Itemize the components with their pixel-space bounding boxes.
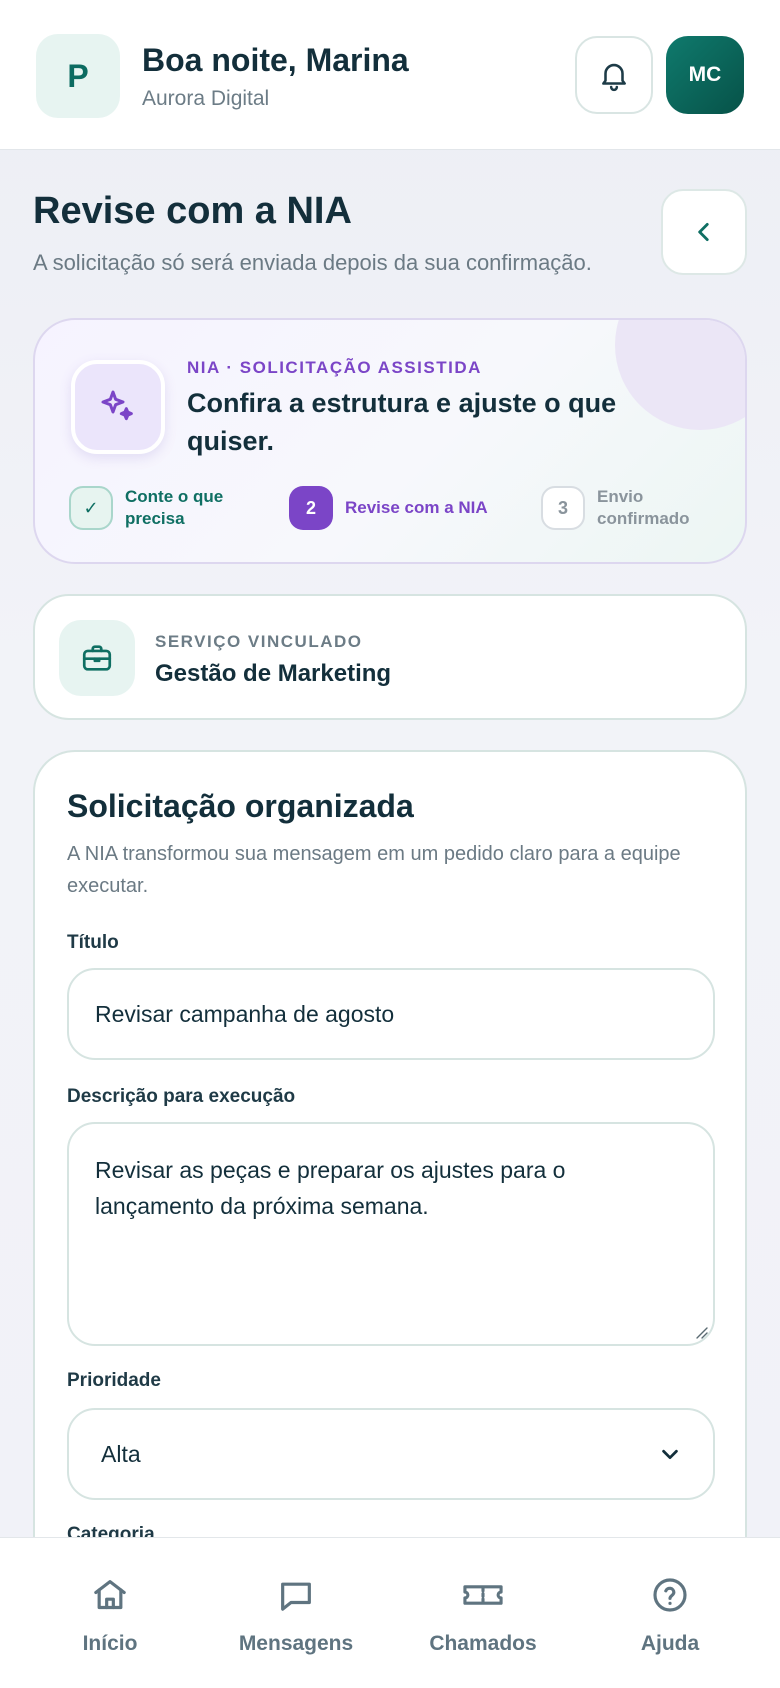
notifications-button[interactable] [575,36,653,114]
chevron-down-icon [662,1449,678,1460]
request-form-card: Solicitação organizada A NIA transformou… [33,750,747,1570]
description-value: Revisar as peças e preparar os ajustes p… [95,1157,566,1219]
step-1-label: Conte o que precisa [125,487,224,528]
nia-eyebrow: NIA · SOLICITAÇÃO ASSISTIDA [187,358,482,377]
page-title: Revise com a NIA [33,190,352,232]
nav-label-home: Início [82,1632,138,1655]
step-2-badge: 2 [289,486,333,530]
progress-steps: ✓ Conte o que precisa 2 Revise com a NIA… [69,486,729,534]
nav-label-help: Ajuda [640,1632,700,1655]
logo-letter: P [67,57,89,94]
app-header: P Boa noite, Marina Aurora Digital MC [0,0,780,150]
company-name: Aurora Digital [142,87,270,110]
bottom-nav: Início Mensagens Chamados Ajuda [0,1537,780,1688]
greeting-text: Boa noite, Marina [142,42,409,78]
step-2: 2 Revise com a NIA [289,486,488,530]
form-title: Solicitação organizada [67,788,414,824]
nav-label-tickets: Chamados [429,1632,537,1655]
service-name: Gestão de Marketing [155,660,392,687]
avatar-initials: MC [688,63,722,86]
service-eyebrow: SERVIÇO VINCULADO [155,632,363,651]
avatar[interactable]: MC [666,36,744,114]
resize-handle-icon[interactable] [693,1324,709,1340]
title-input[interactable]: Revisar campanha de agosto [67,968,715,1060]
step-3: 3 Envio confirmado [541,486,729,530]
step-1: ✓ Conte o que precisa [69,486,235,530]
nia-badge [71,360,165,454]
nav-label-messages: Mensagens [238,1632,354,1655]
priority-value: Alta [101,1440,141,1467]
back-button[interactable] [661,189,747,275]
bell-icon [602,63,626,92]
linked-service-card[interactable]: SERVIÇO VINCULADO Gestão de Marketing [33,594,747,720]
title-input-value: Revisar campanha de agosto [95,1000,395,1027]
priority-label: Prioridade [67,1370,161,1391]
nav-item-help[interactable]: Ajuda [590,1572,750,1656]
nav-item-tickets[interactable]: Chamados [403,1572,563,1656]
briefcase-icon [82,645,112,671]
chevron-left-icon [698,223,709,241]
step-3-label: Envio confirmado [597,487,690,528]
step-2-label: Revise com a NIA [345,498,488,517]
step-3-badge: 3 [541,486,585,530]
title-label: Título [67,932,119,953]
nia-assist-card: NIA · SOLICITAÇÃO ASSISTIDA Confira a es… [33,318,747,564]
form-subtitle: A NIA transformou sua mensagem em um ped… [67,843,681,897]
home-icon [94,1580,126,1610]
help-icon [653,1578,687,1612]
nia-headline: Confira a estrutura e ajuste o que quise… [187,388,617,456]
priority-select[interactable]: Alta [67,1408,715,1500]
greeting-block: Boa noite, Marina Aurora Digital [142,42,409,111]
nav-item-messages[interactable]: Mensagens [216,1572,376,1656]
step-1-badge: ✓ [69,486,113,530]
chat-icon [281,1582,311,1611]
company-logo: P [36,34,120,118]
ticket-icon [463,1585,503,1605]
description-textarea[interactable]: Revisar as peças e preparar os ajustes p… [67,1122,715,1346]
page-subtitle: A solicitação só será enviada depois da … [33,250,592,275]
description-label: Descrição para execução [67,1086,296,1107]
nav-item-home[interactable]: Início [30,1572,190,1656]
service-icon-tile [59,620,135,696]
sparkles-icon [101,390,133,421]
